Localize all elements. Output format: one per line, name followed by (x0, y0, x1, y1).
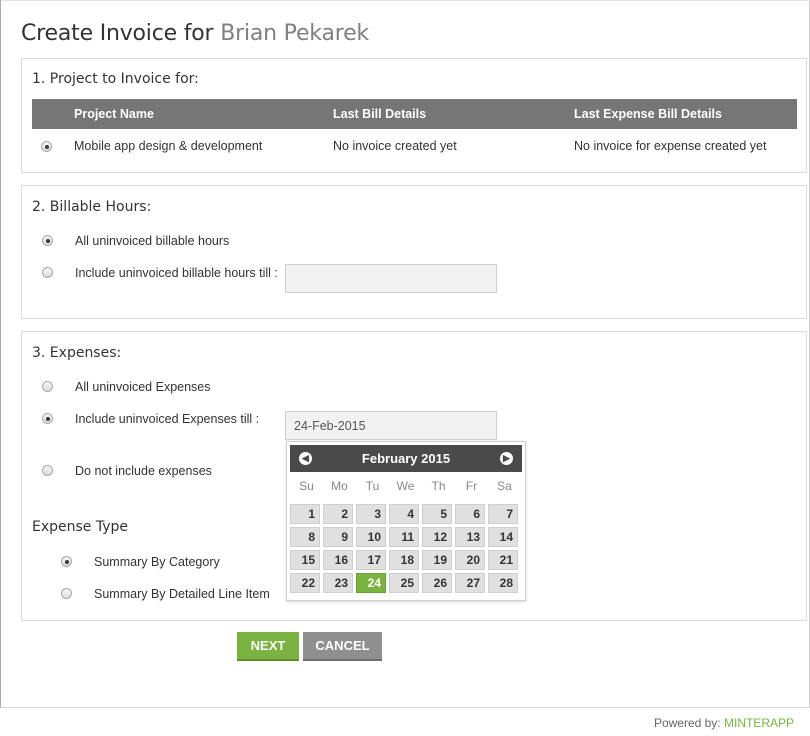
footer-brand[interactable]: MINTERAPP (724, 716, 794, 730)
calendar-day[interactable]: 6 (455, 504, 485, 524)
app-frame: Create Invoice for Brian Pekarek 1. Proj… (0, 0, 810, 708)
next-button[interactable]: NEXT (237, 632, 299, 661)
weekday-label: Mo (331, 479, 348, 493)
column-header-last-expense-bill: Last Expense Bill Details (574, 99, 797, 129)
table-row: Mobile app design & development No invoi… (32, 129, 797, 163)
weekday-label: Fr (465, 479, 478, 493)
expenses-till-label: Include uninvoiced Expenses till : (75, 412, 260, 426)
calendar-day[interactable]: 9 (323, 527, 353, 547)
expenses-section-title: 3. Expenses: (32, 345, 122, 361)
date-picker: ◀ February 2015 ▶ Su Mo Tu We Th Fr Sa 1234567… (286, 441, 526, 601)
last-expense-bill-cell: No invoice for expense created yet (574, 139, 767, 153)
calendar-day[interactable]: 20 (455, 550, 485, 570)
date-picker-month: February 2015 (361, 451, 451, 466)
project-name-cell: Mobile app design & development (74, 139, 263, 153)
calendar-day[interactable]: 1 (290, 504, 320, 524)
calendar-day[interactable]: 18 (389, 550, 419, 570)
expenses-all-radio[interactable] (42, 381, 53, 392)
calendar-day[interactable]: 11 (389, 527, 419, 547)
footer: Powered by: MINTERAPP (654, 716, 794, 730)
chevron-right-icon[interactable]: ▶ (500, 452, 513, 465)
weekday-label: Tu (365, 479, 380, 493)
expense-type-title: Expense Type (32, 519, 129, 535)
calendar-day[interactable]: 8 (290, 527, 320, 547)
project-section: 1. Project to Invoice for: Project Name … (21, 58, 807, 173)
calendar-day[interactable]: 14 (488, 527, 518, 547)
expenses-till-date-input[interactable]: 24-Feb-2015 (285, 411, 497, 440)
calendar-day[interactable]: 21 (488, 550, 518, 570)
billable-hours-section-title: 2. Billable Hours: (32, 199, 152, 215)
calendar-day[interactable]: 13 (455, 527, 485, 547)
chevron-left-icon[interactable]: ◀ (299, 452, 312, 465)
calendar-day[interactable]: 7 (488, 504, 518, 524)
row-select-cell (32, 129, 74, 163)
billable-all-radio[interactable] (42, 235, 53, 246)
billable-till-label: Include uninvoiced billable hours till : (75, 266, 278, 280)
calendar-day[interactable]: 23 (323, 573, 353, 593)
calendar-day[interactable]: 16 (323, 550, 353, 570)
page-title: Create Invoice for Brian Pekarek (21, 21, 369, 46)
client-name: Brian Pekarek (220, 21, 369, 46)
select-column-header (32, 99, 74, 129)
billable-till-radio[interactable] (42, 267, 53, 278)
weekday-label: Th (431, 479, 446, 493)
column-header-project-name: Project Name (74, 99, 333, 129)
weekday-label: Sa (497, 479, 512, 493)
project-radio[interactable] (41, 141, 52, 153)
calendar-day[interactable]: 10 (356, 527, 386, 547)
expense-type-category-radio[interactable] (61, 556, 72, 567)
project-section-title: 1. Project to Invoice for: (32, 71, 199, 87)
cancel-button[interactable]: CANCEL (303, 632, 382, 661)
expenses-none-radio[interactable] (42, 465, 53, 476)
project-table: Project Name Last Bill Details Last Expe… (32, 99, 797, 163)
calendar-day-selected[interactable]: 24 (356, 573, 386, 593)
weekday-label: We (396, 479, 415, 493)
last-bill-cell: No invoice created yet (333, 139, 457, 153)
billable-till-date-input[interactable] (285, 264, 497, 293)
calendar-day[interactable]: 25 (389, 573, 419, 593)
calendar-day[interactable]: 19 (422, 550, 452, 570)
expenses-till-radio[interactable] (42, 413, 53, 424)
expense-type-detailed-label: Summary By Detailed Line Item (94, 587, 270, 601)
date-picker-header: ◀ February 2015 ▶ (290, 445, 522, 472)
calendar-day[interactable]: 5 (422, 504, 452, 524)
calendar-day[interactable]: 15 (290, 550, 320, 570)
expenses-none-label: Do not include expenses (75, 464, 212, 478)
expenses-all-label: All uninvoiced Expenses (75, 380, 211, 394)
page-title-prefix: Create Invoice for (21, 21, 214, 46)
billable-all-label: All uninvoiced billable hours (75, 234, 230, 248)
calendar-day[interactable]: 4 (389, 504, 419, 524)
column-header-last-bill: Last Bill Details (333, 99, 574, 129)
calendar-day[interactable]: 27 (455, 573, 485, 593)
weekday-label: Su (299, 479, 314, 493)
footer-prefix: Powered by: (653, 716, 721, 730)
calendar-day[interactable]: 26 (422, 573, 452, 593)
project-table-header: Project Name Last Bill Details Last Expe… (32, 99, 797, 129)
calendar-day[interactable]: 3 (356, 504, 386, 524)
calendar-day[interactable]: 22 (290, 573, 320, 593)
top-divider (1, 0, 810, 1)
calendar-day[interactable]: 17 (356, 550, 386, 570)
calendar-day[interactable]: 2 (323, 504, 353, 524)
billable-hours-section: 2. Billable Hours: All uninvoiced billab… (21, 185, 807, 319)
calendar-day[interactable]: 12 (422, 527, 452, 547)
expense-type-detailed-radio[interactable] (61, 588, 72, 599)
calendar-day[interactable]: 28 (488, 573, 518, 593)
expense-type-category-label: Summary By Category (94, 555, 220, 569)
